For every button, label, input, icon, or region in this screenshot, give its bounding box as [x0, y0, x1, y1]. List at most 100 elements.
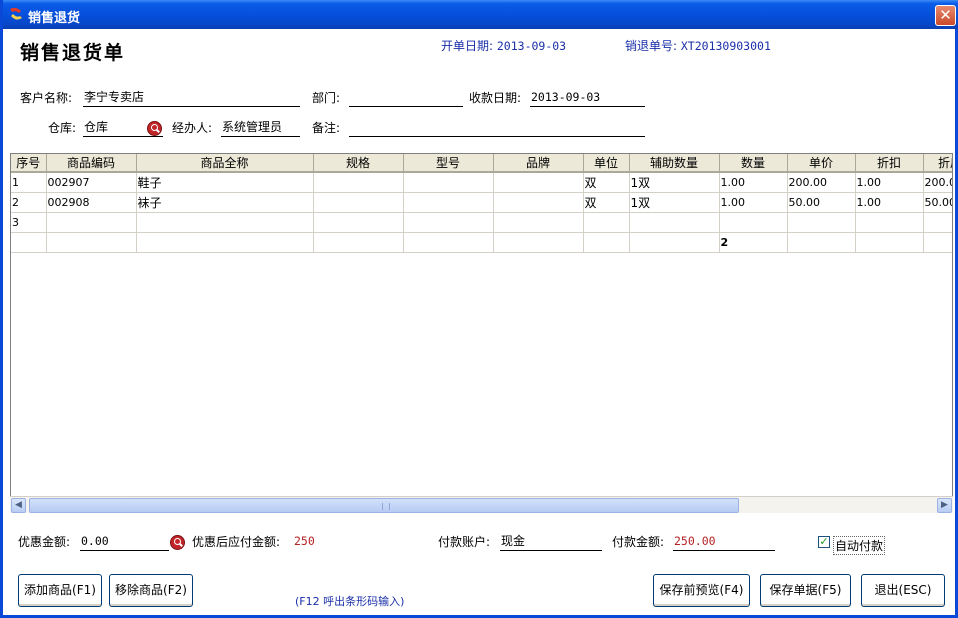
- order-no-info: 销退单号: XT20130903001: [625, 37, 771, 54]
- discount-field[interactable]: 0.00: [80, 533, 169, 551]
- page-title: 销售退货单: [20, 42, 126, 64]
- total-cell: [11, 232, 47, 253]
- cell-name[interactable]: 鞋子: [136, 172, 314, 193]
- cell-model[interactable]: [403, 212, 494, 233]
- customer-label: 客户名称:: [20, 91, 73, 105]
- cell-index[interactable]: 1: [11, 172, 47, 193]
- table-row[interactable]: 1 002907 鞋子 双 1双 1.00 200.00 1.00 200.00: [11, 172, 952, 193]
- column-header[interactable]: 单价: [787, 154, 856, 173]
- cell-spec[interactable]: [313, 212, 404, 233]
- remove-item-button[interactable]: 移除商品(F2): [109, 574, 193, 607]
- table-total-row: 2: [11, 232, 952, 253]
- column-header[interactable]: 商品编码: [46, 154, 137, 173]
- column-header[interactable]: 单位: [583, 154, 630, 173]
- cell-aux-qty[interactable]: [629, 212, 720, 233]
- discount-label: 优惠金额:: [18, 535, 71, 549]
- cell-code[interactable]: [46, 212, 137, 233]
- exit-button[interactable]: 退出(ESC): [861, 574, 945, 607]
- cell-spec[interactable]: [313, 192, 404, 213]
- account-field[interactable]: 现金: [500, 533, 602, 551]
- preview-button[interactable]: 保存前预览(F4): [653, 574, 750, 607]
- barcode-hint: (F12 呼出条形码输入): [295, 595, 405, 608]
- cell-qty[interactable]: [719, 212, 788, 233]
- total-cell: [923, 232, 952, 253]
- cell-price[interactable]: 50.00: [787, 192, 856, 213]
- cell-unit[interactable]: 双: [583, 172, 630, 193]
- cell-spec[interactable]: [313, 172, 404, 193]
- order-no-value: XT20130903001: [680, 39, 771, 53]
- column-header[interactable]: 品牌: [493, 154, 584, 173]
- warehouse-search-icon[interactable]: [147, 121, 162, 136]
- table-row[interactable]: 2 002908 袜子 双 1双 1.00 50.00 1.00 50.00: [11, 192, 952, 213]
- cell-model[interactable]: [403, 192, 494, 213]
- horizontal-scrollbar[interactable]: ◀ ▶: [10, 496, 953, 513]
- cell-net[interactable]: 200.00: [923, 172, 952, 193]
- items-table: 序号 商品编码 商品全称 规格 型号 品牌 单位 辅助数量 数量 单价 折扣 折…: [11, 154, 952, 253]
- receipt-date-label: 收款日期:: [469, 91, 522, 105]
- cell-code[interactable]: 002908: [46, 192, 137, 213]
- payable-value: 250: [294, 534, 315, 548]
- cell-code[interactable]: 002907: [46, 172, 137, 193]
- column-header[interactable]: 序号: [11, 154, 47, 173]
- total-cell: [313, 232, 404, 253]
- column-header[interactable]: 规格: [313, 154, 404, 173]
- account-label: 付款账户:: [438, 535, 491, 549]
- cell-discount[interactable]: [855, 212, 924, 233]
- receipt-date-field[interactable]: 2013-09-03: [530, 89, 645, 107]
- total-cell: [583, 232, 630, 253]
- column-header[interactable]: 辅助数量: [629, 154, 720, 173]
- total-qty-cell: 2: [719, 232, 788, 253]
- cell-price[interactable]: [787, 212, 856, 233]
- cell-price[interactable]: 200.00: [787, 172, 856, 193]
- cell-brand[interactable]: [493, 172, 584, 193]
- cell-brand[interactable]: [493, 192, 584, 213]
- title-bar[interactable]: 销售退货 ✕: [3, 0, 958, 29]
- handler-label: 经办人:: [172, 121, 213, 135]
- dept-field[interactable]: [349, 89, 463, 107]
- cell-name[interactable]: 袜子: [136, 192, 314, 213]
- scroll-right-icon[interactable]: ▶: [937, 498, 952, 513]
- open-date-label: 开单日期:: [441, 39, 494, 53]
- cell-index[interactable]: 2: [11, 192, 47, 213]
- column-header[interactable]: 折后: [923, 154, 952, 173]
- column-header[interactable]: 型号: [403, 154, 494, 173]
- table-row[interactable]: 3: [11, 212, 952, 233]
- save-button[interactable]: 保存单据(F5): [760, 574, 851, 607]
- cell-aux-qty[interactable]: 1双: [629, 172, 720, 193]
- handler-field[interactable]: 系统管理员: [221, 119, 300, 137]
- cell-qty[interactable]: 1.00: [719, 172, 788, 193]
- add-item-button[interactable]: 添加商品(F1): [18, 574, 102, 607]
- auto-pay-label[interactable]: 自动付款: [833, 536, 886, 555]
- cell-name[interactable]: [136, 212, 314, 233]
- discount-search-icon[interactable]: [170, 535, 185, 550]
- items-grid[interactable]: 序号 商品编码 商品全称 规格 型号 品牌 单位 辅助数量 数量 单价 折扣 折…: [10, 153, 953, 512]
- dept-label: 部门:: [312, 91, 341, 105]
- auto-pay-checkbox[interactable]: ✓: [818, 536, 830, 548]
- total-cell: [493, 232, 584, 253]
- cell-index[interactable]: 3: [11, 212, 47, 233]
- customer-field[interactable]: 李宁专卖店: [83, 89, 300, 107]
- warehouse-label: 仓库:: [48, 121, 77, 135]
- cell-net[interactable]: [923, 212, 952, 233]
- cell-unit[interactable]: 双: [583, 192, 630, 213]
- pay-amount-field[interactable]: 250.00: [673, 533, 775, 551]
- scroll-thumb[interactable]: [29, 498, 739, 513]
- close-button[interactable]: ✕: [935, 5, 956, 26]
- cell-discount[interactable]: 1.00: [855, 192, 924, 213]
- scroll-left-icon[interactable]: ◀: [11, 498, 26, 513]
- remark-field[interactable]: [349, 119, 645, 137]
- cell-qty[interactable]: 1.00: [719, 192, 788, 213]
- cell-aux-qty[interactable]: 1双: [629, 192, 720, 213]
- cell-model[interactable]: [403, 172, 494, 193]
- remark-label: 备注:: [312, 121, 341, 135]
- open-date-info: 开单日期: 2013-09-03: [441, 37, 566, 54]
- cell-discount[interactable]: 1.00: [855, 172, 924, 193]
- column-header[interactable]: 数量: [719, 154, 788, 173]
- column-header[interactable]: 商品全称: [136, 154, 314, 173]
- column-header[interactable]: 折扣: [855, 154, 924, 173]
- grip-icon: [382, 503, 390, 510]
- total-cell: [403, 232, 494, 253]
- cell-unit[interactable]: [583, 212, 630, 233]
- cell-brand[interactable]: [493, 212, 584, 233]
- cell-net[interactable]: 50.00: [923, 192, 952, 213]
